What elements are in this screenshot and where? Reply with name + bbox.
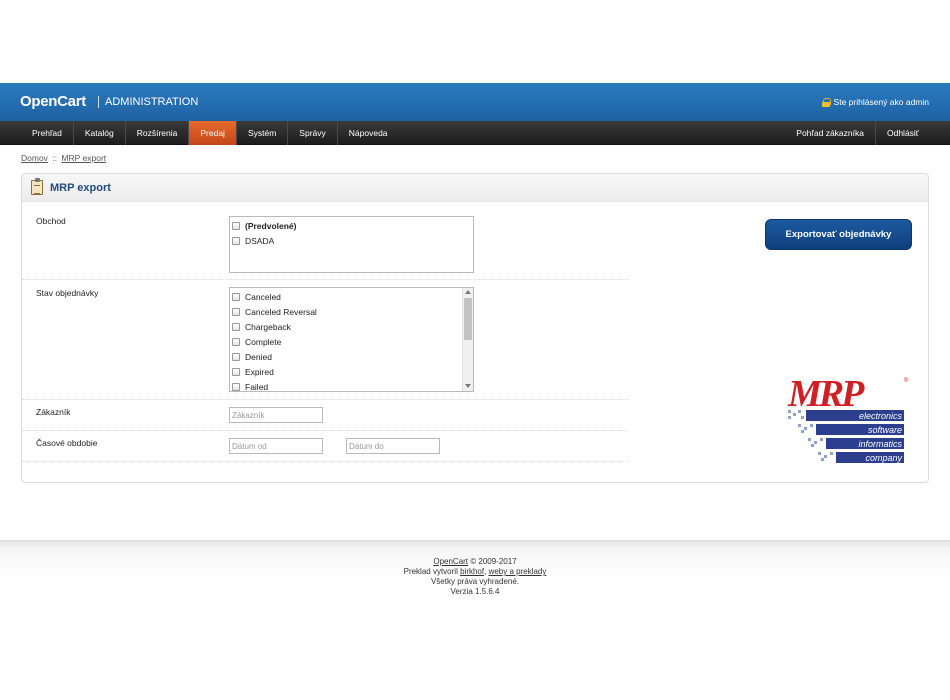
order-status-option[interactable]: Complete — [230, 334, 473, 349]
store-row: Obchod (Predvolené) DSADA — [22, 202, 628, 280]
breadcrumb-separator: :: — [52, 153, 58, 163]
store-option-checkbox[interactable] — [232, 236, 240, 245]
menu-item-system[interactable]: Systém — [237, 121, 289, 145]
scroll-down-arrow-icon[interactable] — [465, 384, 471, 388]
menu-item-sales[interactable]: Predaj — [189, 121, 237, 145]
date-to-input[interactable] — [346, 438, 440, 454]
store-option[interactable]: (Predvolené) — [230, 218, 473, 233]
order-status-checkbox[interactable] — [232, 322, 240, 331]
panel-heading: MRP export — [22, 174, 928, 202]
menu-item-logout[interactable]: Odhlásiť — [876, 121, 930, 145]
page-title: MRP export — [50, 182, 111, 194]
period-row: Časové obdobie — [22, 431, 628, 462]
menu-item-extensions[interactable]: Rozšírenia — [126, 121, 190, 145]
mrp-logo-letters: MRP — [787, 373, 865, 415]
date-from-input[interactable] — [229, 438, 323, 454]
customer-label: Zákazník — [36, 407, 71, 417]
mrp-logo-line-informatics: informatics — [858, 439, 902, 449]
order-status-checkbox[interactable] — [232, 292, 240, 301]
scroll-thumb[interactable] — [464, 298, 472, 340]
order-status-option[interactable]: Canceled — [230, 289, 473, 304]
export-orders-button[interactable]: Exportovať objednávky — [765, 219, 912, 250]
order-status-option[interactable]: Canceled Reversal — [230, 304, 473, 319]
footer-version: Verzia 1.5.6.4 — [450, 587, 500, 596]
order-status-checkbox[interactable] — [232, 307, 240, 316]
clipboard-icon — [31, 178, 43, 195]
main-menu: Prehľad Katalóg Rozšírenia Predaj Systém… — [0, 121, 950, 145]
order-status-select-list[interactable]: Canceled Canceled Reversal Chargeback Co… — [229, 287, 474, 392]
customer-input[interactable] — [229, 407, 323, 423]
menu-item-help[interactable]: Nápoveda — [338, 121, 399, 145]
scroll-up-arrow-icon[interactable] — [465, 290, 471, 294]
footer-rights: Všetky práva vyhradené. — [430, 577, 520, 586]
copyright-text: © 2009-2017 — [470, 557, 517, 566]
mrp-logo: MRP ® electronics software informatics c… — [787, 373, 909, 463]
menu-item-dashboard[interactable]: Prehľad — [21, 121, 74, 145]
footer-translation-line: Preklad vytvoril birkhof, weby a preklad… — [403, 567, 547, 576]
footer: OpenCart © 2009-2017 Preklad vytvoril bi… — [0, 540, 950, 700]
order-status-checkbox[interactable] — [232, 382, 240, 391]
header: OpenCart ADMINISTRATION Ste prihlásený a… — [0, 83, 950, 121]
breadcrumb-home-link[interactable]: Domov — [21, 153, 48, 163]
period-label: Časové obdobie — [36, 438, 98, 448]
footer-text: OpenCart © 2009-2017 Preklad vytvoril bi… — [0, 557, 950, 597]
store-select-list[interactable]: (Predvolené) DSADA — [229, 216, 474, 273]
store-option-checkbox[interactable] — [232, 221, 240, 230]
mrp-export-panel: MRP export Obchod (Predvolené) DSADA Sta… — [21, 173, 929, 483]
opencart-link[interactable]: OpenCart — [433, 557, 468, 566]
order-status-option[interactable]: Failed — [230, 379, 473, 391]
menu-right: Pohľad zákazníka Odhlásiť — [785, 121, 930, 145]
order-status-option[interactable]: Expired — [230, 364, 473, 379]
logo-separator — [98, 96, 99, 108]
lock-icon — [821, 97, 831, 107]
mrp-logo-line-electronics: electronics — [859, 411, 903, 421]
order-status-checkbox[interactable] — [232, 337, 240, 346]
order-status-option[interactable]: Denied — [230, 349, 473, 364]
menu-left: Prehľad Katalóg Rozšírenia Predaj Systém… — [21, 121, 399, 145]
opencart-logo[interactable]: OpenCart — [20, 93, 86, 110]
customer-row: Zákazník — [22, 400, 628, 431]
store-label: Obchod — [36, 216, 66, 226]
mrp-logo-line-company: company — [865, 453, 902, 463]
translation-prefix: Preklad vytvoril — [403, 567, 458, 576]
administration-label: ADMINISTRATION — [105, 96, 199, 108]
logged-in-text: Ste prihlásený ako admin — [833, 97, 929, 107]
order-status-option[interactable]: Chargeback — [230, 319, 473, 334]
order-status-checkbox[interactable] — [232, 367, 240, 376]
translator-link[interactable]: birkhof — [460, 567, 484, 576]
breadcrumb-current-link[interactable]: MRP export — [61, 153, 106, 163]
top-spacer — [0, 0, 950, 83]
breadcrumb: Domov :: MRP export — [21, 153, 106, 163]
order-status-row: Stav objednávky Canceled Canceled Revers… — [22, 280, 628, 400]
store-option[interactable]: DSADA — [230, 233, 473, 248]
mrp-logo-registered: ® — [904, 377, 909, 384]
order-status-checkbox[interactable] — [232, 352, 240, 361]
translator-link-2[interactable]: weby a preklady — [489, 567, 547, 576]
footer-copyright-line: OpenCart © 2009-2017 — [0, 557, 950, 567]
mrp-logo-line-software: software — [868, 425, 902, 435]
menu-item-store-front[interactable]: Pohľad zákazníka — [785, 121, 876, 145]
menu-item-reports[interactable]: Správy — [288, 121, 338, 145]
order-status-scrollbar[interactable] — [462, 288, 473, 391]
logged-in-status: Ste prihlásený ako admin — [821, 97, 929, 107]
menu-item-catalog[interactable]: Katalóg — [74, 121, 126, 145]
order-status-label: Stav objednávky — [36, 288, 99, 298]
